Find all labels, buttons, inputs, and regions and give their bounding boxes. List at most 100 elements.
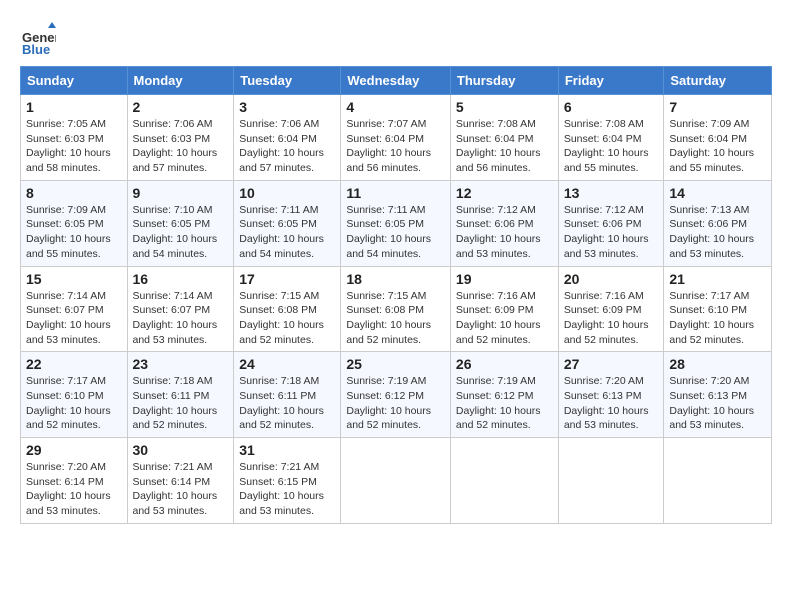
weekday-header-saturday: Saturday <box>664 67 772 95</box>
day-number: 21 <box>669 271 766 287</box>
day-number: 1 <box>26 99 122 115</box>
calendar-cell: 9 Sunrise: 7:10 AM Sunset: 6:05 PM Daylig… <box>127 180 234 266</box>
day-info: Sunrise: 7:11 AM Sunset: 6:05 PM Dayligh… <box>346 203 445 262</box>
day-info: Sunrise: 7:06 AM Sunset: 6:03 PM Dayligh… <box>133 117 229 176</box>
day-info: Sunrise: 7:16 AM Sunset: 6:09 PM Dayligh… <box>564 289 659 348</box>
weekday-header-tuesday: Tuesday <box>234 67 341 95</box>
calendar-cell: 23 Sunrise: 7:18 AM Sunset: 6:11 PM Dayli… <box>127 352 234 438</box>
svg-text:Blue: Blue <box>22 42 50 56</box>
calendar-cell: 2 Sunrise: 7:06 AM Sunset: 6:03 PM Daylig… <box>127 95 234 181</box>
weekday-header-monday: Monday <box>127 67 234 95</box>
day-info: Sunrise: 7:14 AM Sunset: 6:07 PM Dayligh… <box>26 289 122 348</box>
day-info: Sunrise: 7:20 AM Sunset: 6:14 PM Dayligh… <box>26 460 122 519</box>
calendar-cell <box>558 438 664 524</box>
day-number: 3 <box>239 99 335 115</box>
day-number: 26 <box>456 356 553 372</box>
day-info: Sunrise: 7:19 AM Sunset: 6:12 PM Dayligh… <box>346 374 445 433</box>
day-number: 6 <box>564 99 659 115</box>
calendar-cell: 8 Sunrise: 7:09 AM Sunset: 6:05 PM Daylig… <box>21 180 128 266</box>
day-number: 15 <box>26 271 122 287</box>
day-number: 25 <box>346 356 445 372</box>
day-info: Sunrise: 7:05 AM Sunset: 6:03 PM Dayligh… <box>26 117 122 176</box>
weekday-header-thursday: Thursday <box>450 67 558 95</box>
calendar-cell: 30 Sunrise: 7:21 AM Sunset: 6:14 PM Dayli… <box>127 438 234 524</box>
day-number: 2 <box>133 99 229 115</box>
day-number: 7 <box>669 99 766 115</box>
calendar-cell: 15 Sunrise: 7:14 AM Sunset: 6:07 PM Dayli… <box>21 266 128 352</box>
day-number: 10 <box>239 185 335 201</box>
day-number: 28 <box>669 356 766 372</box>
calendar-cell: 19Sunrise: 7:16 AM Sunset: 6:09 PM Dayli… <box>450 266 558 352</box>
day-info: Sunrise: 7:09 AM Sunset: 6:04 PM Dayligh… <box>669 117 766 176</box>
day-info: Sunrise: 7:14 AM Sunset: 6:07 PM Dayligh… <box>133 289 229 348</box>
calendar-cell: 31 Sunrise: 7:21 AM Sunset: 6:15 PM Dayli… <box>234 438 341 524</box>
day-info: Sunrise: 7:08 AM Sunset: 6:04 PM Dayligh… <box>456 117 553 176</box>
calendar-cell <box>341 438 451 524</box>
day-info: Sunrise: 7:13 AM Sunset: 6:06 PM Dayligh… <box>669 203 766 262</box>
calendar-cell: 4Sunrise: 7:07 AM Sunset: 6:04 PM Daylig… <box>341 95 451 181</box>
day-info: Sunrise: 7:12 AM Sunset: 6:06 PM Dayligh… <box>456 203 553 262</box>
weekday-header-wednesday: Wednesday <box>341 67 451 95</box>
day-info: Sunrise: 7:20 AM Sunset: 6:13 PM Dayligh… <box>669 374 766 433</box>
calendar-cell: 21 Sunrise: 7:17 AM Sunset: 6:10 PM Dayli… <box>664 266 772 352</box>
calendar-cell: 11 Sunrise: 7:11 AM Sunset: 6:05 PM Dayli… <box>341 180 451 266</box>
day-info: Sunrise: 7:12 AM Sunset: 6:06 PM Dayligh… <box>564 203 659 262</box>
day-number: 17 <box>239 271 335 287</box>
day-number: 29 <box>26 442 122 458</box>
day-info: Sunrise: 7:15 AM Sunset: 6:08 PM Dayligh… <box>346 289 445 348</box>
calendar-cell: 20 Sunrise: 7:16 AM Sunset: 6:09 PM Dayli… <box>558 266 664 352</box>
calendar-cell: 17 Sunrise: 7:15 AM Sunset: 6:08 PM Dayli… <box>234 266 341 352</box>
day-number: 14 <box>669 185 766 201</box>
calendar-cell <box>450 438 558 524</box>
calendar-cell: 14 Sunrise: 7:13 AM Sunset: 6:06 PM Dayli… <box>664 180 772 266</box>
calendar-cell: 22 Sunrise: 7:17 AM Sunset: 6:10 PM Dayli… <box>21 352 128 438</box>
day-info: Sunrise: 7:09 AM Sunset: 6:05 PM Dayligh… <box>26 203 122 262</box>
calendar-cell: 24Sunrise: 7:18 AM Sunset: 6:11 PM Dayli… <box>234 352 341 438</box>
day-number: 9 <box>133 185 229 201</box>
logo: General Blue <box>20 20 60 56</box>
calendar-cell: 5 Sunrise: 7:08 AM Sunset: 6:04 PM Daylig… <box>450 95 558 181</box>
day-info: Sunrise: 7:18 AM Sunset: 6:11 PM Dayligh… <box>133 374 229 433</box>
day-info: Sunrise: 7:08 AM Sunset: 6:04 PM Dayligh… <box>564 117 659 176</box>
day-info: Sunrise: 7:18 AM Sunset: 6:11 PM Dayligh… <box>239 374 335 433</box>
calendar-cell: 25 Sunrise: 7:19 AM Sunset: 6:12 PM Dayli… <box>341 352 451 438</box>
day-info: Sunrise: 7:21 AM Sunset: 6:15 PM Dayligh… <box>239 460 335 519</box>
day-info: Sunrise: 7:10 AM Sunset: 6:05 PM Dayligh… <box>133 203 229 262</box>
calendar-cell: 26Sunrise: 7:19 AM Sunset: 6:12 PM Dayli… <box>450 352 558 438</box>
day-info: Sunrise: 7:15 AM Sunset: 6:08 PM Dayligh… <box>239 289 335 348</box>
calendar-cell: 27 Sunrise: 7:20 AM Sunset: 6:13 PM Dayli… <box>558 352 664 438</box>
day-info: Sunrise: 7:17 AM Sunset: 6:10 PM Dayligh… <box>26 374 122 433</box>
calendar-cell: 13 Sunrise: 7:12 AM Sunset: 6:06 PM Dayli… <box>558 180 664 266</box>
day-number: 19 <box>456 271 553 287</box>
day-info: Sunrise: 7:17 AM Sunset: 6:10 PM Dayligh… <box>669 289 766 348</box>
calendar-cell: 18 Sunrise: 7:15 AM Sunset: 6:08 PM Dayli… <box>341 266 451 352</box>
day-info: Sunrise: 7:07 AM Sunset: 6:04 PM Dayligh… <box>346 117 445 176</box>
calendar-cell: 10Sunrise: 7:11 AM Sunset: 6:05 PM Dayli… <box>234 180 341 266</box>
day-info: Sunrise: 7:20 AM Sunset: 6:13 PM Dayligh… <box>564 374 659 433</box>
day-number: 30 <box>133 442 229 458</box>
day-number: 12 <box>456 185 553 201</box>
day-number: 27 <box>564 356 659 372</box>
calendar-cell: 3 Sunrise: 7:06 AM Sunset: 6:04 PM Daylig… <box>234 95 341 181</box>
day-number: 16 <box>133 271 229 287</box>
day-number: 22 <box>26 356 122 372</box>
weekday-header-sunday: Sunday <box>21 67 128 95</box>
day-number: 11 <box>346 185 445 201</box>
day-info: Sunrise: 7:06 AM Sunset: 6:04 PM Dayligh… <box>239 117 335 176</box>
calendar-table: SundayMondayTuesdayWednesdayThursdayFrid… <box>20 66 772 524</box>
day-number: 8 <box>26 185 122 201</box>
calendar-cell: 16 Sunrise: 7:14 AM Sunset: 6:07 PM Dayli… <box>127 266 234 352</box>
day-number: 31 <box>239 442 335 458</box>
calendar-cell: 1 Sunrise: 7:05 AM Sunset: 6:03 PM Daylig… <box>21 95 128 181</box>
logo-icon: General Blue <box>20 20 56 56</box>
calendar-cell: 12 Sunrise: 7:12 AM Sunset: 6:06 PM Dayli… <box>450 180 558 266</box>
day-info: Sunrise: 7:21 AM Sunset: 6:14 PM Dayligh… <box>133 460 229 519</box>
day-number: 13 <box>564 185 659 201</box>
calendar-cell <box>664 438 772 524</box>
day-number: 18 <box>346 271 445 287</box>
day-number: 5 <box>456 99 553 115</box>
day-number: 20 <box>564 271 659 287</box>
day-number: 23 <box>133 356 229 372</box>
weekday-header-friday: Friday <box>558 67 664 95</box>
calendar-cell: 29 Sunrise: 7:20 AM Sunset: 6:14 PM Dayli… <box>21 438 128 524</box>
